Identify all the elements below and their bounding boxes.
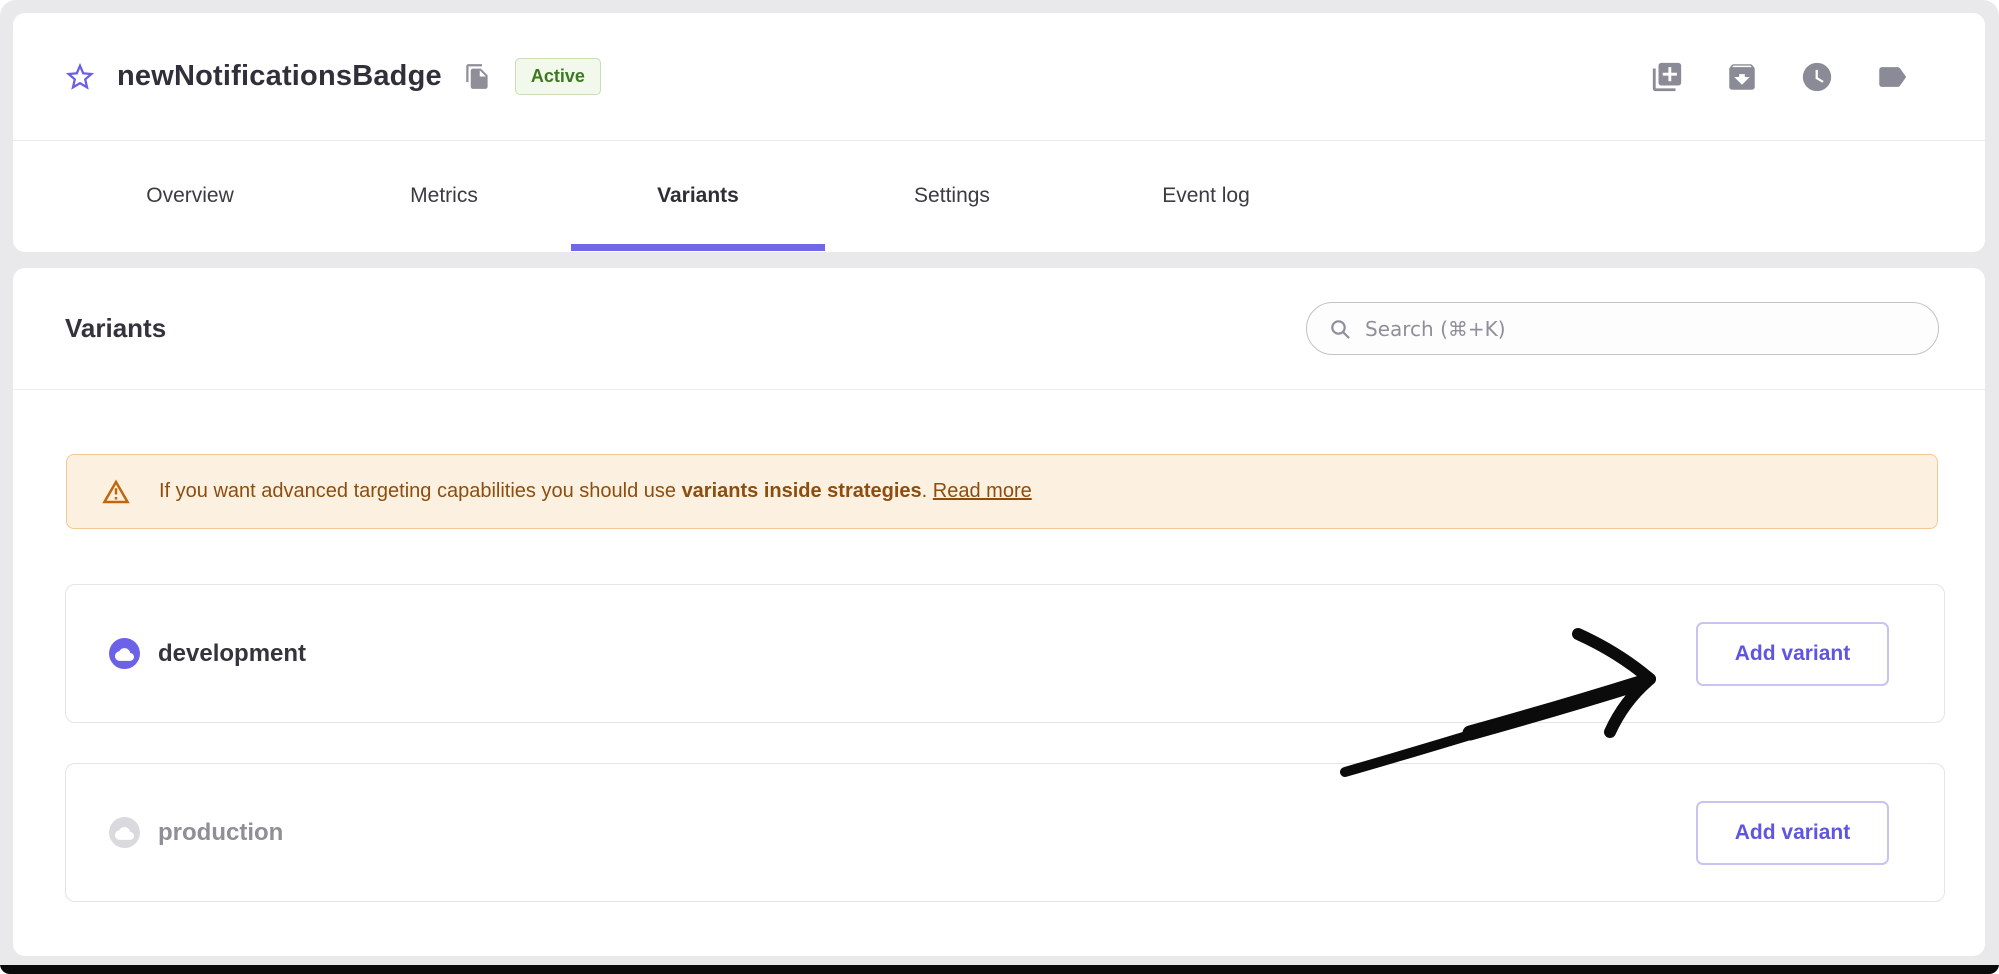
tag-label-icon[interactable] <box>1875 60 1909 94</box>
warning-banner: If you want advanced targeting capabilit… <box>66 454 1938 529</box>
search-box[interactable] <box>1306 302 1939 355</box>
search-icon <box>1328 317 1352 341</box>
section-divider <box>13 389 1985 390</box>
feature-header: newNotificationsBadge Active <box>13 13 1985 140</box>
warning-message: If you want advanced targeting capabilit… <box>159 480 1032 503</box>
copy-feature-icon[interactable] <box>1650 60 1684 94</box>
section-title: Variants <box>65 313 166 344</box>
tab-overview[interactable]: Overview <box>63 141 317 251</box>
active-tab-underline <box>571 244 825 251</box>
tab-settings[interactable]: Settings <box>825 141 1079 251</box>
variants-card: Variants If you want advanced targeting … <box>13 268 1985 956</box>
feature-toolbar <box>1650 60 1909 94</box>
variants-section-header: Variants <box>13 268 1985 389</box>
read-more-link[interactable]: Read more <box>933 480 1032 502</box>
environment-row-production: production Add variant <box>65 763 1945 902</box>
add-variant-button-development[interactable]: Add variant <box>1696 622 1889 686</box>
warning-triangle-icon <box>101 477 131 507</box>
cloud-icon <box>115 645 134 664</box>
environment-name: production <box>158 819 283 847</box>
cloud-icon <box>115 824 134 843</box>
window-bottom-edge <box>0 965 1999 974</box>
environment-list: development Add variant production Add v… <box>65 584 1945 902</box>
feature-title: newNotificationsBadge <box>117 60 442 93</box>
add-variant-button-production[interactable]: Add variant <box>1696 801 1889 865</box>
tab-variants[interactable]: Variants <box>571 141 825 251</box>
environment-enabled-badge <box>109 638 140 669</box>
history-clock-icon[interactable] <box>1800 60 1834 94</box>
app-window: newNotificationsBadge Active <box>0 0 1999 974</box>
environment-row-development: development Add variant <box>65 584 1945 723</box>
environment-name: development <box>158 640 306 668</box>
tab-event-log[interactable]: Event log <box>1079 141 1333 251</box>
feature-header-card: newNotificationsBadge Active <box>13 13 1985 252</box>
copy-name-icon[interactable] <box>464 63 491 90</box>
tab-metrics[interactable]: Metrics <box>317 141 571 251</box>
archive-icon[interactable] <box>1725 60 1759 94</box>
status-badge: Active <box>515 58 601 95</box>
feature-tabs: Overview Metrics Variants Settings Event… <box>63 141 1985 251</box>
search-input[interactable] <box>1365 317 1918 341</box>
environment-disabled-badge <box>109 817 140 848</box>
favorite-star-icon[interactable] <box>63 60 97 94</box>
